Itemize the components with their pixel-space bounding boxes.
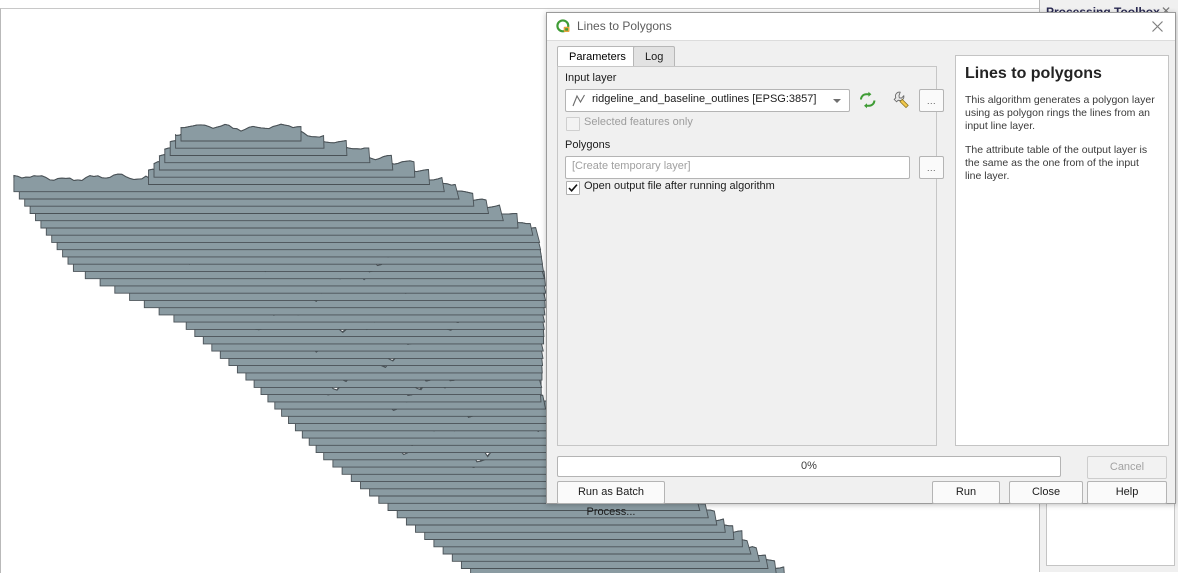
polygons-label: Polygons — [565, 139, 611, 151]
input-layer-value: ridgeline_and_baseline_outlines [EPSG:38… — [592, 93, 817, 105]
tab-parameters[interactable]: Parameters — [557, 46, 638, 68]
help-title: Lines to polygons — [965, 65, 1102, 82]
input-layer-browse-button[interactable]: ... — [919, 89, 944, 112]
input-layer-combo[interactable]: ridgeline_and_baseline_outlines [EPSG:38… — [565, 89, 850, 112]
wrench-icon[interactable] — [891, 90, 913, 110]
checkmark-icon — [568, 184, 578, 192]
browse-dots-label: ... — [926, 96, 936, 106]
help-paragraph: This algorithm generates a polygon layer… — [965, 94, 1155, 132]
polygons-browse-button[interactable]: ... — [919, 156, 944, 179]
close-button[interactable]: Close — [1009, 481, 1083, 504]
dialog-titlebar[interactable]: Lines to Polygons — [547, 13, 1175, 41]
progress-value-label: 0% — [801, 460, 817, 472]
refresh-icon[interactable] — [857, 90, 879, 110]
parameters-panel: Input layer ridgeline_and_baseline_outli… — [557, 66, 944, 446]
browse-dots-label: ... — [926, 163, 936, 173]
polygons-output-placeholder: [Create temporary layer] — [572, 160, 691, 172]
help-paragraph: The attribute table of the output layer … — [965, 144, 1148, 182]
chevron-down-icon[interactable] — [833, 99, 841, 103]
run-as-batch-process-button[interactable]: Run as Batch Process... — [557, 481, 665, 518]
polygons-output-input[interactable]: [Create temporary layer] — [565, 156, 910, 179]
open-output-label: Open output file after running algorithm — [584, 180, 775, 192]
open-output-checkbox[interactable] — [566, 181, 580, 195]
run-button[interactable]: Run — [932, 481, 1000, 504]
cancel-button[interactable]: Cancel — [1087, 456, 1167, 479]
progress-bar: 0% — [557, 456, 1061, 477]
tab-log[interactable]: Log — [633, 46, 676, 68]
line-geometry-icon — [572, 94, 585, 107]
close-icon[interactable] — [1149, 18, 1166, 35]
selected-features-only-label: Selected features only — [584, 116, 693, 128]
lines-to-polygons-dialog: Lines to Polygons Parameters Log Input l… — [546, 12, 1176, 518]
help-button[interactable]: Help — [1087, 481, 1167, 504]
selected-features-only-checkbox[interactable] — [566, 117, 580, 131]
input-layer-label: Input layer — [565, 72, 617, 84]
dialog-title: Lines to Polygons — [577, 19, 672, 33]
qgis-logo-icon — [556, 19, 570, 33]
algorithm-help-panel: Lines to polygons This algorithm generat… — [955, 55, 1169, 446]
